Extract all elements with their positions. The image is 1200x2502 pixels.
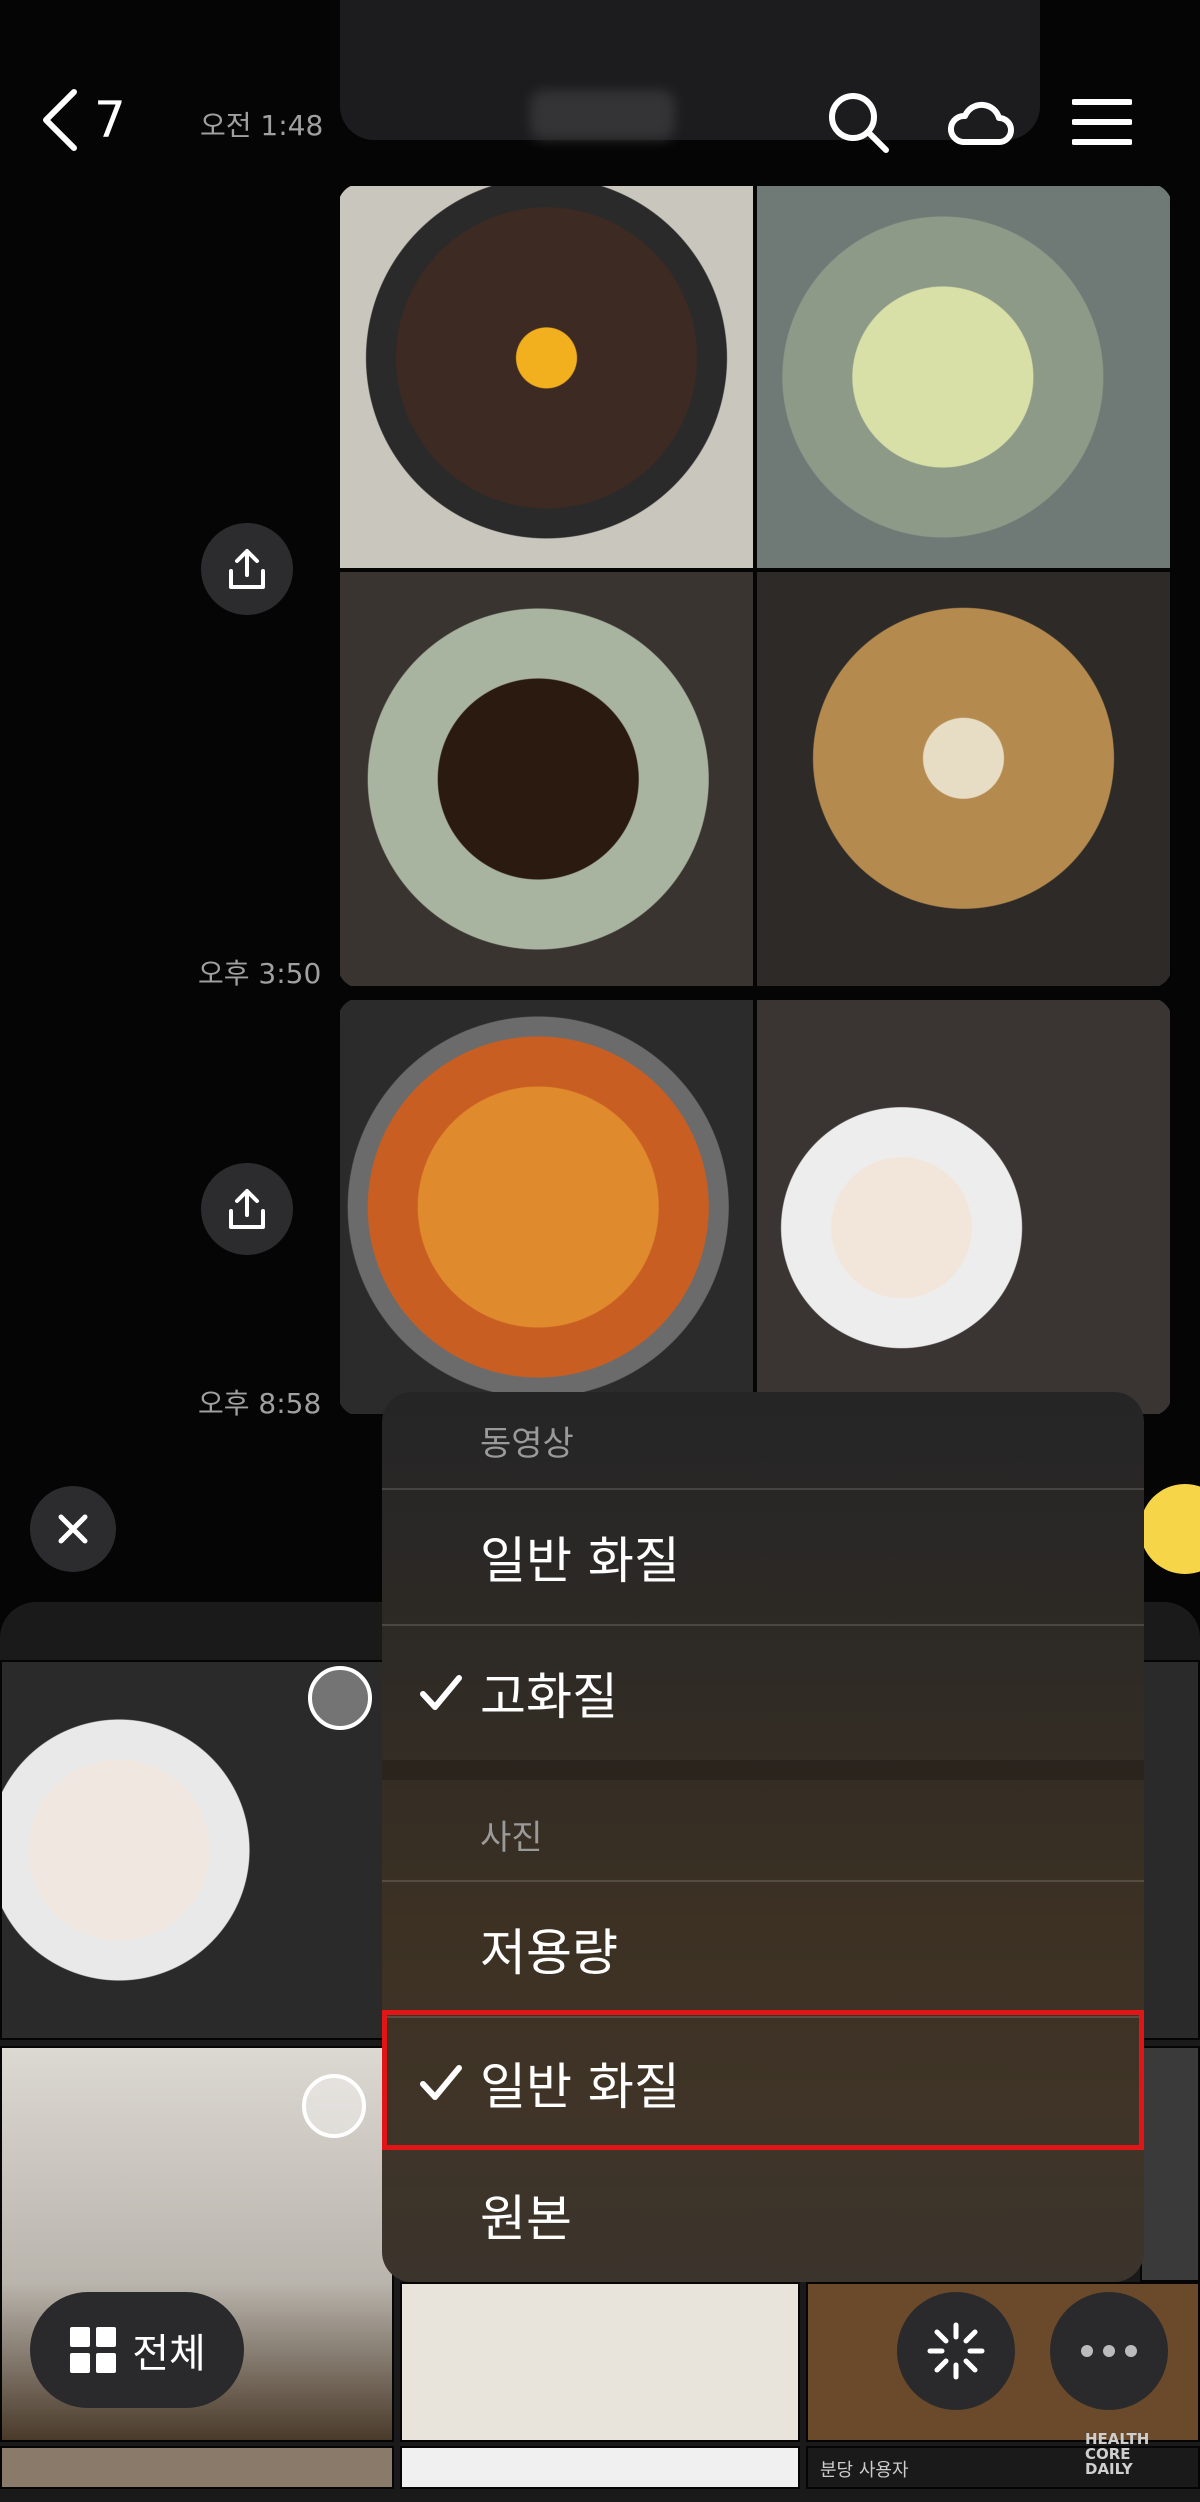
menu-item-label: 원본 xyxy=(480,2190,572,2248)
photo-dipping-sauce[interactable] xyxy=(338,570,755,988)
share-button-2[interactable] xyxy=(201,1163,293,1255)
photo-cabbage[interactable] xyxy=(755,184,1172,570)
search-button[interactable] xyxy=(818,82,898,162)
chevron-left-icon xyxy=(43,89,77,151)
menu-item-photo-original[interactable]: 원본 xyxy=(382,2150,1144,2280)
photo-cake-coffee[interactable] xyxy=(755,998,1172,1416)
menu-item-video-normal[interactable]: 일반 화질 xyxy=(382,1490,1144,1624)
picker-photo-7[interactable] xyxy=(0,2446,394,2489)
photo-tteokbokki[interactable] xyxy=(338,998,755,1416)
all-photos-label: 전체 xyxy=(132,2331,206,2377)
photo-grid-message-1 xyxy=(338,184,1172,988)
photo-porridge[interactable] xyxy=(755,570,1172,988)
timestamp-1: 오후 3:50 xyxy=(198,957,322,990)
select-circle[interactable] xyxy=(302,2074,366,2138)
menu-section-gap xyxy=(382,1760,1144,1780)
loading-spinner-icon xyxy=(927,2322,985,2380)
unread-count: 7 xyxy=(94,91,126,149)
photo-bibimbap[interactable] xyxy=(338,184,755,570)
search-icon xyxy=(829,93,889,153)
menu-item-photo-low[interactable]: 저용량 xyxy=(382,1882,1144,2016)
watermark-logo: HEALTH CORE DAILY xyxy=(1085,2432,1149,2477)
menu-item-label: 일반 화질 xyxy=(480,1532,680,1590)
close-button[interactable] xyxy=(30,1486,116,1572)
watermark-line: DAILY xyxy=(1085,2460,1133,2478)
picker-photo-5[interactable] xyxy=(1140,1660,1200,2040)
share-button-1[interactable] xyxy=(201,523,293,615)
menu-item-label: 저용량 xyxy=(480,1924,618,1982)
picker-photo-3[interactable] xyxy=(400,2282,800,2442)
more-icon xyxy=(1081,2345,1137,2357)
checkmark-icon xyxy=(420,1675,462,1710)
picker-photo-6[interactable] xyxy=(1140,2046,1200,2282)
close-icon xyxy=(58,1514,88,1544)
partial-timestamp: 오전 1:48 xyxy=(200,109,324,142)
cloud-button[interactable] xyxy=(940,82,1020,162)
menu-icon xyxy=(1072,99,1132,145)
back-button[interactable]: 7 xyxy=(40,80,140,160)
cloud-icon xyxy=(948,101,1014,145)
share-icon xyxy=(229,1189,265,1229)
grid-icon xyxy=(70,2327,117,2373)
menu-section-photo: 사진 xyxy=(480,1818,543,1858)
timestamp-2: 오후 8:58 xyxy=(198,1387,322,1420)
all-photos-button[interactable]: 전체 xyxy=(30,2292,244,2408)
photo-grid-message-2 xyxy=(338,998,1172,1416)
menu-button[interactable] xyxy=(1062,82,1142,162)
more-options-button[interactable] xyxy=(1050,2292,1168,2410)
select-circle[interactable] xyxy=(308,1666,372,1730)
send-button-edge[interactable] xyxy=(1140,1484,1200,1574)
quality-settings-button[interactable] xyxy=(897,2292,1015,2410)
share-icon xyxy=(229,549,265,589)
selected-option-highlight xyxy=(382,2010,1144,2150)
menu-section-video: 동영상 xyxy=(480,1424,574,1464)
previous-message-strip xyxy=(340,0,1040,140)
partial-caption: 분당 사용자 xyxy=(820,2460,909,2481)
blurred-chat-name xyxy=(530,90,675,140)
menu-item-label: 고화질 xyxy=(480,1668,618,1726)
picker-photo-8[interactable] xyxy=(400,2446,800,2489)
menu-item-video-high[interactable]: 고화질 xyxy=(382,1626,1144,1760)
